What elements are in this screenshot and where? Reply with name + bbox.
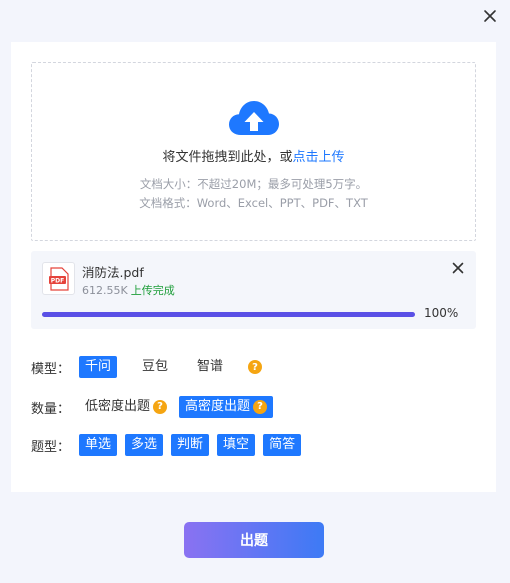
model-label: 模型： — [31, 361, 71, 377]
generate-questions-button[interactable]: 出题 — [184, 522, 324, 558]
upload-progress-bar — [42, 312, 415, 317]
help-icon[interactable]: ? — [153, 400, 168, 414]
svg-text:PDF: PDF — [50, 277, 63, 284]
type-chip-fill-blank[interactable]: 填空 — [217, 434, 256, 456]
model-option-qianwen[interactable]: 千问 — [79, 356, 118, 378]
model-row: 模型： 千问 豆包 智谱 ? — [31, 355, 263, 379]
pdf-file-icon: PDF — [42, 262, 75, 295]
type-chip-true-false[interactable]: 判断 — [171, 434, 210, 456]
upload-dropzone[interactable]: 将文件拖拽到此处，或点击上传 文档大小：不超过20M；最多可处理5万字。 文档格… — [31, 62, 476, 241]
file-size: 612.55K — [82, 284, 128, 297]
model-option-doubao[interactable]: 豆包 — [136, 356, 174, 378]
click-upload-link[interactable]: 点击上传 — [293, 150, 345, 165]
question-type-row: 题型： 单选 多选 判断 填空 简答 — [31, 433, 309, 457]
model-option-zhipu[interactable]: 智谱 — [191, 356, 229, 378]
close-icon — [452, 262, 464, 274]
uploaded-file-card: PDF 消防法.pdf 612.55K 上传完成 100% — [31, 251, 476, 329]
upload-progress-fill — [42, 312, 415, 317]
drop-instruction: 将文件拖拽到此处，或点击上传 — [162, 150, 345, 165]
remove-file-button[interactable] — [450, 260, 466, 276]
file-name: 消防法.pdf — [82, 265, 144, 280]
cloud-upload-icon — [229, 101, 279, 135]
help-icon[interactable]: ? — [253, 400, 268, 414]
close-icon — [484, 10, 496, 22]
quantity-option-high[interactable]: 高密度出题 ? — [179, 396, 274, 418]
upload-progress-text: 100% — [424, 306, 459, 320]
upload-status: 上传完成 — [130, 284, 175, 297]
format-hint: 文档格式：Word、Excel、PPT、PDF、TXT — [139, 196, 368, 210]
type-chip-short-answer[interactable]: 简答 — [263, 434, 302, 456]
quantity-row: 数量： 低密度出题 ? 高密度出题 ? — [31, 395, 274, 419]
question-type-label: 题型： — [31, 439, 71, 455]
main-panel: 将文件拖拽到此处，或点击上传 文档大小：不超过20M；最多可处理5万字。 文档格… — [11, 42, 496, 492]
help-icon[interactable]: ? — [248, 360, 263, 374]
type-chip-multiple-choice[interactable]: 多选 — [125, 434, 164, 456]
quantity-label: 数量： — [31, 401, 71, 417]
close-dialog-button[interactable] — [480, 6, 500, 26]
file-meta: 612.55K 上传完成 — [82, 282, 175, 298]
quantity-option-low[interactable]: 低密度出题 ? — [79, 396, 173, 418]
type-chip-single-choice[interactable]: 单选 — [79, 434, 118, 456]
size-hint: 文档大小：不超过20M；最多可处理5万字。 — [139, 177, 368, 191]
